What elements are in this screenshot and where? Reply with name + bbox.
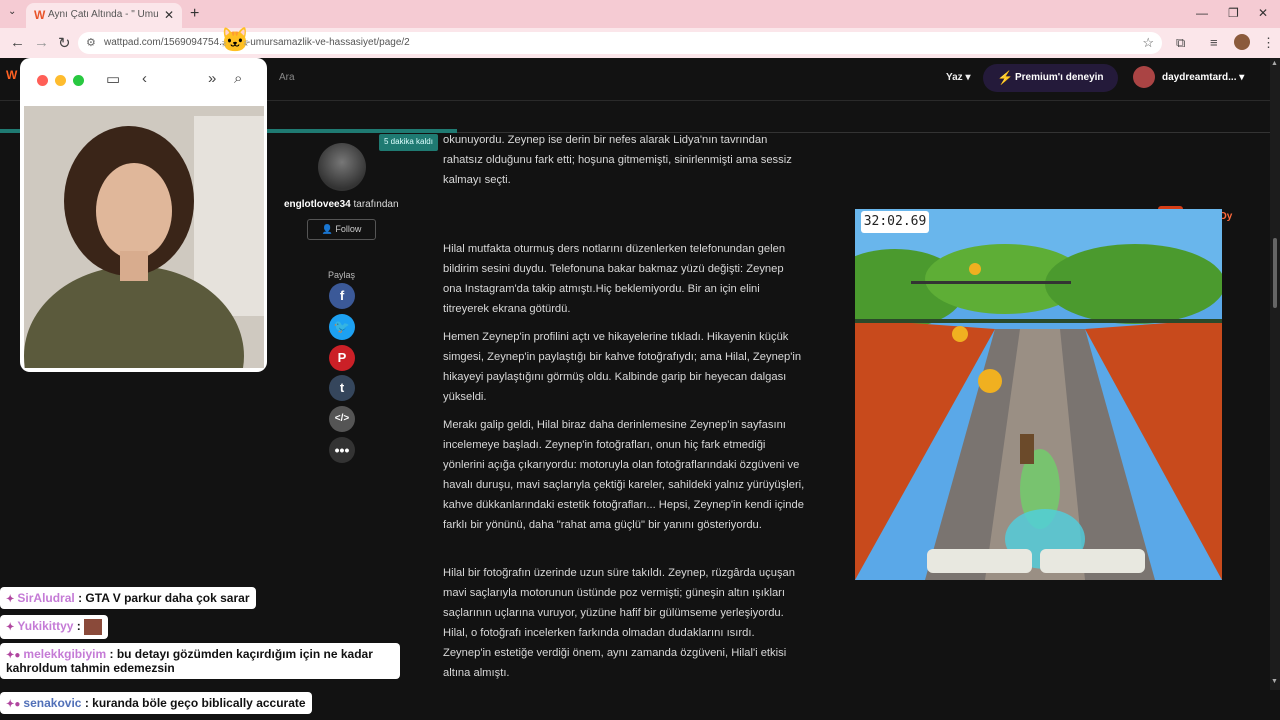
pinterest-icon[interactable]: P xyxy=(329,345,355,371)
search-link[interactable]: Ara xyxy=(279,72,295,83)
game-timer: 32:02.69 xyxy=(861,211,929,233)
user-avatar[interactable] xyxy=(1133,66,1155,88)
chevron-left-icon[interactable]: ‹ xyxy=(142,70,147,87)
chat-username: SirAludral xyxy=(17,591,75,605)
twitter-icon[interactable]: 🐦 xyxy=(329,314,355,340)
reload-icon[interactable]: ↻ xyxy=(58,34,71,52)
badge-icon: ✦ xyxy=(6,622,15,634)
chat-message: ✦ Yukikittyy : xyxy=(0,615,109,639)
tab-list-icon[interactable]: ⌄ xyxy=(8,6,16,17)
webcam-feed xyxy=(24,106,264,368)
browser-tab-bar: ⌄ W Aynı Çatı Altında - " Umursamaz ✕ + … xyxy=(0,0,1280,28)
page-scrollbar[interactable]: ▲ ▼ xyxy=(1270,58,1280,690)
chat-text: : xyxy=(76,619,81,634)
scroll-up-icon[interactable]: ▲ xyxy=(1271,60,1278,67)
chat-text: : kuranda böle geço biblically accurate xyxy=(84,696,306,710)
chat-message: ✦● melekkgibiyim : bu detayı gözümden kaç… xyxy=(0,643,400,679)
author-byline: englotlovee34 tarafından xyxy=(284,199,399,210)
profile-avatar[interactable] xyxy=(1234,34,1250,50)
site-info-icon[interactable]: ⚙ xyxy=(86,36,96,49)
game-video-overlay: 32:02.69 xyxy=(855,209,1222,580)
chat-message: ✦ SirAludral : GTA V parkur daha çok sara… xyxy=(0,587,256,609)
story-paragraph: Merakı galip geldi, Hilal biraz daha der… xyxy=(443,419,805,531)
premium-button[interactable]: ⚡ Premium'ı deneyin xyxy=(983,64,1118,92)
bookmark-star-icon[interactable]: ☆ xyxy=(1142,35,1154,51)
premium-label: Premium'ı deneyin xyxy=(1015,72,1104,83)
chat-message: ✦● senakovic : kuranda böle geço biblical… xyxy=(0,692,312,714)
emote-icon xyxy=(84,619,103,635)
story-paragraph: Hilal mutfakta oturmuş ders notlarını dü… xyxy=(443,243,786,315)
forward-icon[interactable]: → xyxy=(34,34,49,51)
zoom-dot-icon[interactable] xyxy=(73,75,84,86)
maximize-icon[interactable]: ❐ xyxy=(1228,6,1239,20)
chevron-double-right-icon[interactable]: » xyxy=(208,70,216,87)
reading-list-icon[interactable]: ≡ xyxy=(1210,35,1218,50)
close-tab-icon[interactable]: ✕ xyxy=(164,8,174,22)
chat-username: melekkgibiyim xyxy=(23,647,107,661)
chat-username: Yukikittyy xyxy=(17,619,74,634)
pixel-cat-icon: 🐱 xyxy=(220,27,250,54)
story-paragraph: Hilal bir fotoğrafın üzerinde uzun süre … xyxy=(443,567,795,679)
webcam-window: ▭ ‹ » ⌕ xyxy=(20,58,267,372)
wattpad-favicon-icon: W xyxy=(34,8,46,22)
time-left-badge: 5 dakika kaldı xyxy=(379,134,438,151)
wattpad-logo-icon[interactable]: W xyxy=(6,68,17,82)
close-window-icon[interactable]: ✕ xyxy=(1258,6,1268,20)
minimize-icon[interactable]: — xyxy=(1196,6,1208,20)
tab-title: Aynı Çatı Altında - " Umursamaz xyxy=(48,9,158,20)
url-text: wattpad.com/1569094754...ında-umursamazl… xyxy=(104,37,410,48)
author-avatar[interactable] xyxy=(318,143,366,191)
follow-label: Follow xyxy=(335,224,362,234)
badge-icon: ✦● xyxy=(6,650,21,661)
author-suffix: tarafından xyxy=(350,199,399,210)
tumblr-icon[interactable]: t xyxy=(329,375,355,401)
more-icon[interactable]: ••• xyxy=(329,437,355,463)
search-icon[interactable]: ⌕ xyxy=(234,70,242,87)
username: daydreamtard... xyxy=(1162,72,1237,83)
story-paragraph: Hemen Zeynep'in profilini açtı ve hikaye… xyxy=(443,331,802,403)
back-icon[interactable]: ← xyxy=(10,34,25,51)
chat-username: senakovic xyxy=(23,696,82,710)
new-tab-icon[interactable]: + xyxy=(190,5,199,23)
embed-icon[interactable]: </> xyxy=(329,406,355,432)
scrollbar-thumb[interactable] xyxy=(1273,238,1277,308)
sidebar-icon[interactable]: ▭ xyxy=(106,70,120,88)
minimize-dot-icon[interactable] xyxy=(55,75,66,86)
badge-icon: ✦ xyxy=(6,594,15,605)
address-bar-row: ← → ↻ ⚙ wattpad.com/1569094754...ında-um… xyxy=(0,28,1280,58)
game-scene xyxy=(855,209,1222,580)
badge-icon: ✦● xyxy=(6,699,21,710)
extensions-icon[interactable]: ⧉ xyxy=(1176,35,1185,51)
story-paragraph: okunuyordu. Zeynep ise derin bir nefes a… xyxy=(443,134,792,186)
author-name[interactable]: englotlovee34 xyxy=(284,199,351,210)
write-menu[interactable]: Yaz ▾ xyxy=(946,72,971,83)
follow-user-icon: 👤 xyxy=(321,224,333,234)
browser-tab[interactable]: W Aynı Çatı Altında - " Umursamaz ✕ xyxy=(26,3,182,28)
user-menu[interactable]: daydreamtard... ▾ xyxy=(1162,72,1244,83)
follow-button[interactable]: 👤 Follow xyxy=(307,219,376,240)
chat-text: : GTA V parkur daha çok sarar xyxy=(78,591,250,605)
scroll-down-icon[interactable]: ▼ xyxy=(1271,678,1278,685)
streamer-image xyxy=(24,106,264,368)
facebook-icon[interactable]: f xyxy=(329,283,355,309)
write-label: Yaz xyxy=(946,72,963,83)
lightning-icon: ⚡ xyxy=(997,70,1014,85)
close-dot-icon[interactable] xyxy=(37,75,48,86)
menu-kebab-icon[interactable]: ⋮ xyxy=(1262,35,1275,51)
share-label: Paylaş xyxy=(328,270,356,280)
